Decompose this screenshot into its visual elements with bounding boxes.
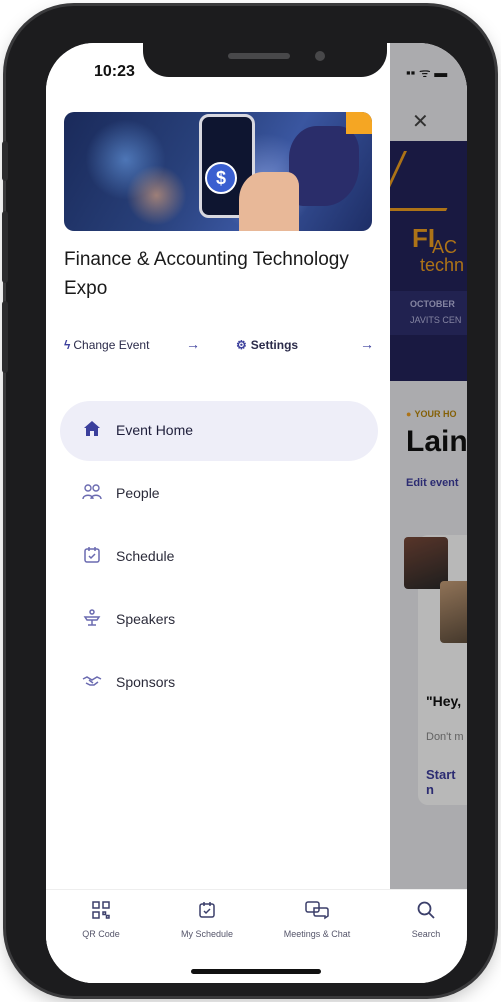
status-bar-icons: ▪▪ ᯤ ▬ [406, 65, 448, 80]
bolt-icon: ϟ [64, 338, 71, 352]
camera-lens [315, 51, 325, 61]
map-graphic [289, 126, 359, 206]
dollar-coin-icon: $ [205, 162, 237, 194]
volume-up-button [2, 211, 8, 283]
change-event-label: Change Event [73, 338, 150, 352]
event-title: Finance & Accounting Technology Expo [64, 249, 349, 299]
calendar-check-icon [168, 900, 246, 926]
arrow-right-icon[interactable]: → [360, 336, 374, 352]
tab-meetings-chat[interactable]: Meetings & Chat [271, 900, 363, 939]
home-icon [80, 419, 104, 443]
status-bar-time: 10:23 [94, 63, 135, 80]
tab-my-schedule[interactable]: My Schedule [168, 900, 246, 939]
nav-item-sponsors[interactable]: Sponsors [60, 653, 378, 713]
event-banner-image: $ [64, 112, 372, 231]
tab-qr-code[interactable]: QR Code [64, 900, 138, 939]
tab-label: QR Code [82, 929, 120, 939]
speaker-grille [228, 53, 290, 59]
nav-item-schedule[interactable]: Schedule [60, 527, 378, 587]
nav-item-event-home[interactable]: Event Home [60, 401, 378, 461]
settings-button[interactable]: ⚙ Settings [236, 338, 298, 352]
nav-item-people[interactable]: People [60, 464, 378, 524]
gear-icon: ⚙ [236, 338, 247, 352]
nav-item-label: Schedule [116, 548, 175, 564]
screen: ✕ FI AC techn OCTOBER JAVITS CEN YOUR HO… [46, 43, 467, 983]
chat-bubbles-icon [271, 900, 363, 926]
handshake-icon [80, 671, 104, 695]
volume-down-button [2, 301, 8, 373]
nav-item-label: People [116, 485, 160, 501]
people-icon [80, 482, 104, 506]
nav-item-label: Speakers [116, 611, 176, 627]
tab-label: Meetings & Chat [283, 929, 351, 939]
tab-label: Search [411, 929, 441, 939]
settings-label: Settings [250, 338, 299, 352]
silent-switch [2, 141, 8, 181]
nav-item-speakers[interactable]: Speakers [60, 590, 378, 650]
podium-icon [80, 608, 104, 632]
hand-graphic [239, 172, 299, 231]
search-icon [396, 900, 456, 926]
nav-item-label: Sponsors [116, 674, 176, 690]
tab-search[interactable]: Search [396, 900, 456, 939]
orange-corner-graphic [346, 112, 372, 134]
tab-label: My Schedule [180, 929, 234, 939]
event-actions-row: ϟ Change Event → ⚙ Settings → [64, 335, 376, 357]
navigation-drawer: $ Finance & Accounting Technology Expo ϟ… [46, 43, 390, 983]
home-indicator[interactable] [191, 969, 321, 974]
dim-overlay[interactable] [390, 43, 467, 983]
phone-notch [143, 43, 387, 77]
arrow-right-icon[interactable]: → [186, 336, 200, 352]
nav-item-label: Event Home [116, 422, 194, 438]
qr-code-icon [64, 900, 138, 926]
change-event-button[interactable]: ϟ Change Event [64, 338, 149, 352]
phone-frame: ✕ FI AC techn OCTOBER JAVITS CEN YOUR HO… [2, 6, 495, 996]
nav-menu: Event Home People Schedule Speakers Spon… [60, 401, 378, 716]
calendar-icon [80, 545, 104, 569]
